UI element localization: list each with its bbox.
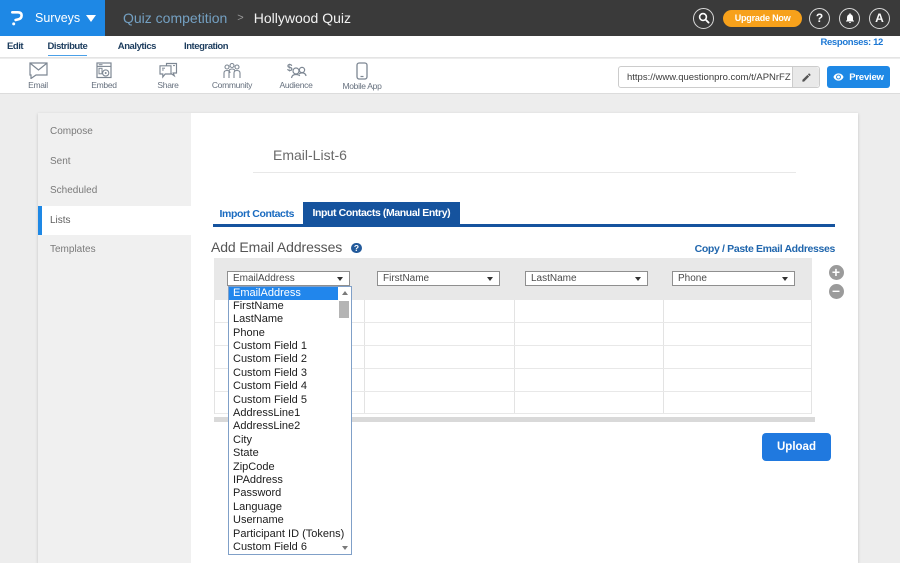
svg-text:$: $ [287,63,293,74]
